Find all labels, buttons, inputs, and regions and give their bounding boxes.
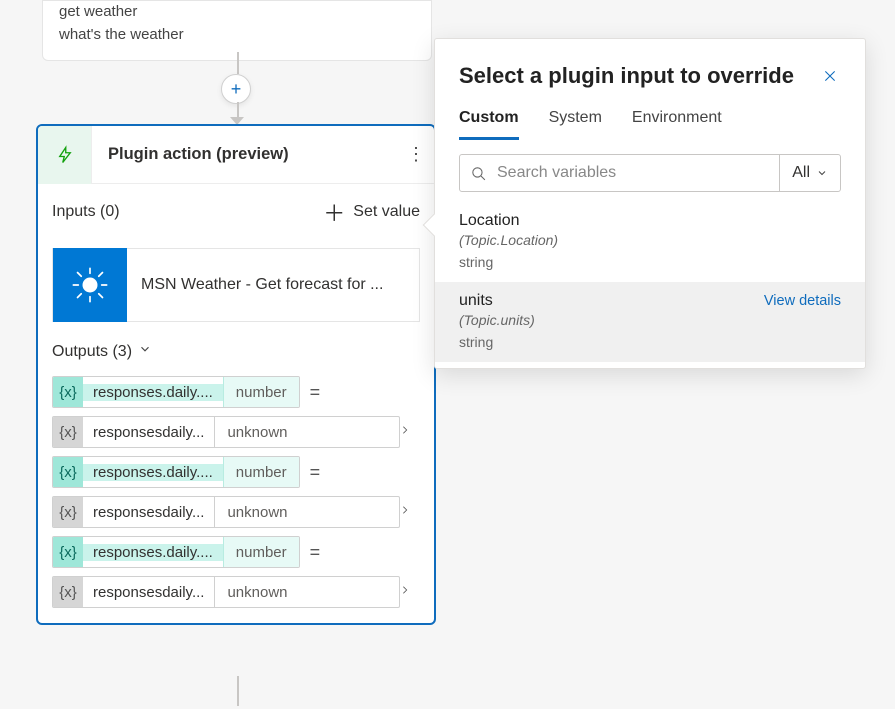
filter-label: All xyxy=(792,164,810,182)
filter-dropdown[interactable]: All xyxy=(779,155,840,191)
chevron-right-icon xyxy=(400,421,420,444)
set-value-label: Set value xyxy=(353,203,420,221)
connector-line xyxy=(237,676,239,706)
search-box[interactable] xyxy=(460,155,779,191)
search-icon xyxy=(470,165,487,182)
variable-chip[interactable]: {x}responses.daily....number xyxy=(52,536,300,568)
variable-name: responsesdaily... xyxy=(83,424,214,441)
output-row[interactable]: {x}responsesdaily...unknown xyxy=(52,415,420,449)
variable-name: Location xyxy=(459,212,520,230)
tab-environment[interactable]: Environment xyxy=(632,109,722,140)
equals-sign: = xyxy=(300,542,331,563)
variable-type: number xyxy=(223,537,299,567)
variable-name: units xyxy=(459,292,493,310)
variable-type: unknown xyxy=(214,577,299,607)
search-input[interactable] xyxy=(495,163,769,183)
variable-picker-panel: Select a plugin input to override Custom… xyxy=(434,38,866,369)
variable-chip[interactable]: {x}responsesdaily...unknown xyxy=(52,576,400,608)
variable-type: unknown xyxy=(214,417,299,447)
variable-icon: {x} xyxy=(53,417,83,447)
variable-name: responsesdaily... xyxy=(83,584,214,601)
variable-path: (Topic.Location) xyxy=(459,232,841,248)
plugin-reference[interactable]: MSN Weather - Get forecast for ... xyxy=(52,248,420,322)
variable-type: unknown xyxy=(214,497,299,527)
trigger-phrase: what's the weather xyxy=(59,24,415,47)
plus-icon: + xyxy=(231,79,242,100)
connector-line xyxy=(237,52,239,74)
variable-chip[interactable]: {x}responses.daily....number xyxy=(52,376,300,408)
outputs-label: Outputs (3) xyxy=(52,343,132,361)
output-row[interactable]: {x}responsesdaily...unknown xyxy=(52,575,420,609)
variable-path: (Topic.units) xyxy=(459,312,841,328)
outputs-toggle[interactable]: Outputs (3) xyxy=(38,330,434,369)
more-menu-button[interactable]: ⋮ xyxy=(398,144,434,165)
variable-name: responses.daily.... xyxy=(83,464,223,481)
more-icon: ⋮ xyxy=(407,144,425,165)
tab-system[interactable]: System xyxy=(549,109,602,140)
plus-icon: ＋ xyxy=(323,196,345,228)
lightning-icon xyxy=(38,126,92,184)
variable-type: number xyxy=(223,457,299,487)
add-node-button[interactable]: + xyxy=(221,74,251,104)
close-button[interactable] xyxy=(819,65,841,87)
weather-icon xyxy=(53,248,127,322)
variable-row[interactable]: units View details (Topic.units) string xyxy=(435,282,865,362)
panel-title: Select a plugin input to override xyxy=(459,63,794,89)
variable-row[interactable]: Location (Topic.Location) string xyxy=(435,202,865,282)
tab-custom[interactable]: Custom xyxy=(459,109,519,140)
equals-sign: = xyxy=(300,382,331,403)
variable-icon: {x} xyxy=(53,457,83,487)
plugin-label: MSN Weather - Get forecast for ... xyxy=(127,276,397,294)
equals-sign: = xyxy=(300,462,331,483)
chevron-right-icon xyxy=(400,501,420,524)
output-row[interactable]: {x}responses.daily....number= xyxy=(52,455,420,489)
plugin-action-card: Plugin action (preview) ⋮ Inputs (0) ＋ S… xyxy=(36,124,436,625)
trigger-phrase: get weather xyxy=(59,1,415,24)
variable-icon: {x} xyxy=(53,497,83,527)
variable-chip[interactable]: {x}responses.daily....number xyxy=(52,456,300,488)
output-row[interactable]: {x}responsesdaily...unknown xyxy=(52,495,420,529)
variable-type: string xyxy=(459,334,841,350)
output-row[interactable]: {x}responses.daily....number= xyxy=(52,535,420,569)
variable-type: number xyxy=(223,377,299,407)
output-row[interactable]: {x}responses.daily....number= xyxy=(52,375,420,409)
chevron-down-icon xyxy=(816,167,828,179)
variable-type: string xyxy=(459,254,841,270)
variable-name: responses.daily.... xyxy=(83,384,223,401)
variable-name: responsesdaily... xyxy=(83,504,214,521)
variable-icon: {x} xyxy=(53,537,83,567)
view-details-link[interactable]: View details xyxy=(764,293,841,309)
variable-icon: {x} xyxy=(53,377,83,407)
inputs-header: Inputs (0) ＋ Set value xyxy=(38,184,434,230)
set-value-button[interactable]: ＋ Set value xyxy=(323,196,420,228)
tabs: Custom System Environment xyxy=(435,95,865,140)
variable-icon: {x} xyxy=(53,577,83,607)
card-title: Plugin action (preview) xyxy=(92,145,398,164)
inputs-label: Inputs (0) xyxy=(52,203,120,221)
variable-name: responses.daily.... xyxy=(83,544,223,561)
chevron-down-icon xyxy=(138,342,152,361)
variable-chip[interactable]: {x}responsesdaily...unknown xyxy=(52,496,400,528)
variable-chip[interactable]: {x}responsesdaily...unknown xyxy=(52,416,400,448)
chevron-right-icon xyxy=(400,581,420,604)
card-header[interactable]: Plugin action (preview) ⋮ xyxy=(38,126,434,184)
search-row: All xyxy=(459,154,841,192)
